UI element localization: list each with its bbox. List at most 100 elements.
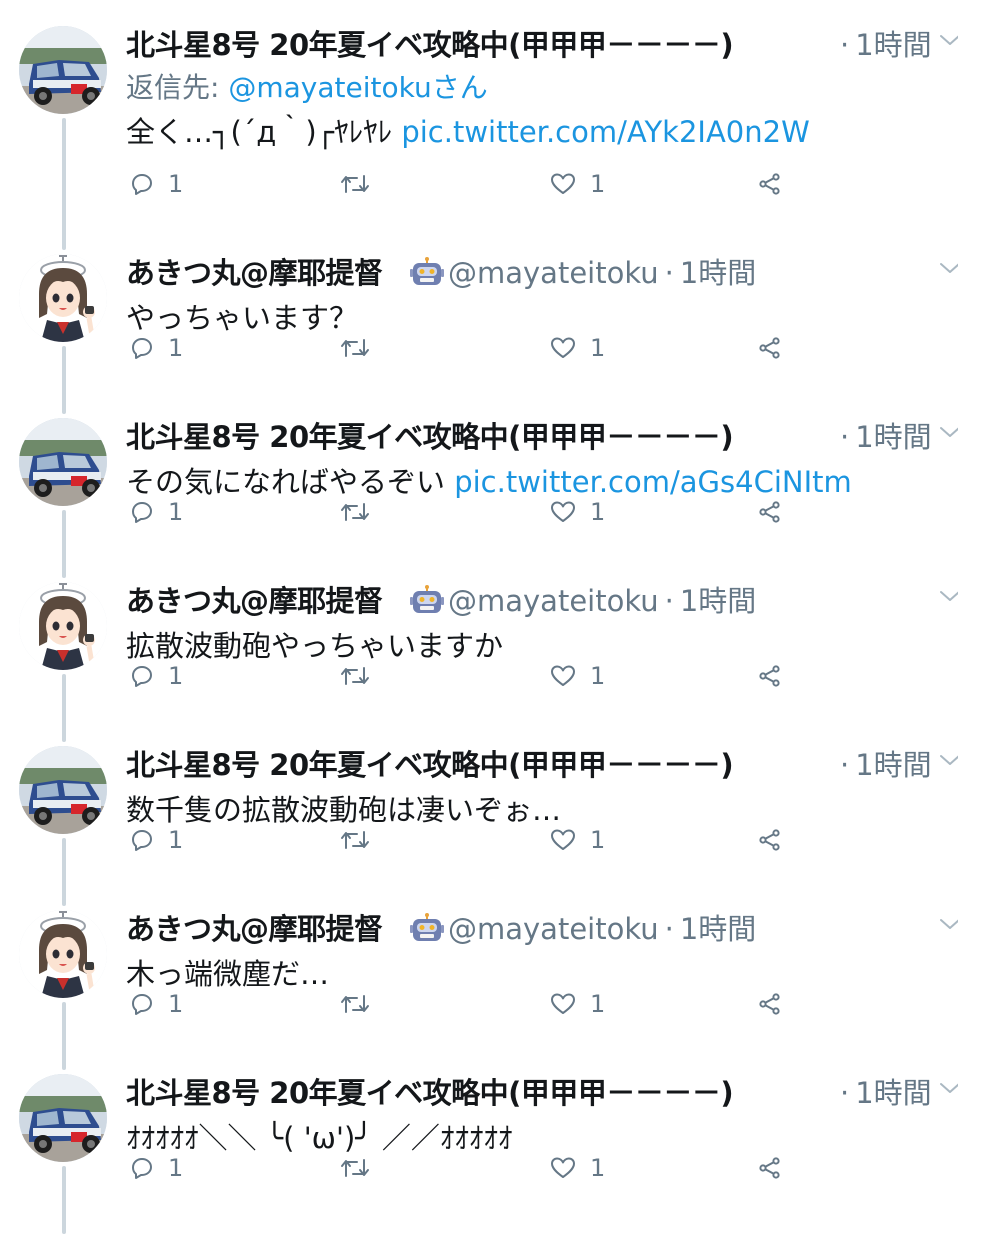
share-button[interactable]	[758, 494, 796, 530]
avatar-anime-girl[interactable]	[19, 582, 107, 670]
like-button[interactable]: 1	[550, 1150, 605, 1186]
tweet-timestamp[interactable]: 1時間	[855, 420, 931, 454]
avatar-car[interactable]	[19, 746, 107, 834]
share-button[interactable]	[758, 986, 796, 1022]
reply-icon	[130, 992, 168, 1016]
author-handle[interactable]: @mayateitoku	[448, 256, 659, 290]
retweet-button[interactable]	[340, 166, 384, 202]
author-handle[interactable]: @mayateitoku	[448, 912, 659, 946]
reply-count: 1	[168, 826, 184, 854]
tweet-meta: @mayateitoku · 1時間	[408, 906, 756, 948]
chevron-down-icon[interactable]	[938, 588, 958, 604]
reply-icon	[130, 828, 168, 852]
share-button[interactable]	[758, 166, 796, 202]
retweet-icon	[340, 500, 384, 524]
author-name[interactable]: 北斗星8号 20年夏イベ攻略中(甲甲甲－－－－)	[126, 414, 794, 456]
author-name[interactable]: 北斗星8号 20年夏イベ攻略中(甲甲甲－－－－)	[126, 1070, 794, 1112]
tweet-timestamp[interactable]: 1時間	[680, 912, 756, 946]
tweet-timestamp[interactable]: 1時間	[680, 256, 756, 290]
author-name[interactable]: 北斗星8号 20年夏イベ攻略中(甲甲甲－－－－)	[126, 22, 794, 64]
retweet-button[interactable]	[340, 986, 384, 1022]
reply-to-mention[interactable]: @mayateitokuさん	[228, 71, 487, 104]
reply-button[interactable]: 1	[130, 1150, 183, 1186]
tweet[interactable]: 北斗星8号 20年夏イベ攻略中(甲甲甲－－－－) · 1時間 数千隻の拡散波動砲は凄い…	[0, 720, 988, 906]
tweet-actions: 11	[130, 986, 790, 1026]
like-button[interactable]: 1	[550, 330, 605, 366]
tweet[interactable]: 北斗星8号 20年夏イベ攻略中(甲甲甲－－－－) · 1時間 返信先: @mayate…	[0, 0, 988, 250]
like-button[interactable]: 1	[550, 986, 605, 1022]
author-name[interactable]: あきつ丸@摩耶提督	[126, 578, 383, 620]
tweet-timestamp[interactable]: 1時間	[855, 1076, 931, 1110]
avatar-car[interactable]	[19, 26, 107, 114]
author-name[interactable]: あきつ丸@摩耶提督	[126, 250, 383, 292]
share-icon	[758, 664, 796, 688]
reply-icon	[130, 664, 168, 688]
thread-connector-line	[62, 1166, 66, 1234]
retweet-button[interactable]	[340, 1150, 384, 1186]
reply-button[interactable]: 1	[130, 822, 183, 858]
meta-separator: ·	[664, 256, 674, 290]
reply-button[interactable]: 1	[130, 166, 183, 202]
tweet[interactable]: あきつ丸@摩耶提督 @mayateitoku · 1時間 やっちゃいます？ 1 1	[0, 228, 988, 414]
retweet-button[interactable]	[340, 658, 384, 694]
tweet-actions: 11	[130, 494, 790, 534]
chevron-down-icon[interactable]	[938, 752, 958, 768]
chevron-down-icon[interactable]	[938, 32, 958, 48]
like-count: 1	[590, 1154, 606, 1182]
robot-emoji-icon	[410, 257, 444, 287]
like-button[interactable]: 1	[550, 822, 605, 858]
like-button[interactable]: 1	[550, 166, 605, 202]
tweet-content: 北斗星8号 20年夏イベ攻略中(甲甲甲－－－－) · 1時間 ｵｵｵｵｵ＼＼ ╰( '…	[126, 1068, 958, 1160]
tweet-header: 北斗星8号 20年夏イベ攻略中(甲甲甲－－－－) · 1時間	[126, 740, 958, 788]
tweet-meta: · 1時間	[834, 742, 932, 784]
tweet-content: 北斗星8号 20年夏イベ攻略中(甲甲甲－－－－) · 1時間 数千隻の拡散波動砲は凄い…	[126, 740, 958, 832]
share-button[interactable]	[758, 658, 796, 694]
tweet-content: 北斗星8号 20年夏イベ攻略中(甲甲甲－－－－) · 1時間 その気になればやるぞい …	[126, 412, 958, 504]
reply-button[interactable]: 1	[130, 986, 183, 1022]
share-button[interactable]	[758, 330, 796, 366]
retweet-button[interactable]	[340, 330, 384, 366]
like-count: 1	[590, 990, 606, 1018]
tweet[interactable]: 北斗星8号 20年夏イベ攻略中(甲甲甲－－－－) · 1時間 ｵｵｵｵｵ＼＼ ╰( '…	[0, 1048, 988, 1234]
tweet-timestamp[interactable]: 1時間	[855, 28, 931, 62]
reply-button[interactable]: 1	[130, 494, 183, 530]
chevron-down-icon[interactable]	[938, 916, 958, 932]
like-button[interactable]: 1	[550, 494, 605, 530]
author-name[interactable]: あきつ丸@摩耶提督	[126, 906, 383, 948]
chevron-down-icon[interactable]	[938, 424, 958, 440]
author-name[interactable]: 北斗星8号 20年夏イベ攻略中(甲甲甲－－－－)	[126, 742, 794, 784]
share-icon	[758, 172, 796, 196]
like-icon	[550, 1156, 590, 1180]
avatar-car[interactable]	[19, 418, 107, 506]
retweet-icon	[340, 828, 384, 852]
tweet-header: あきつ丸@摩耶提督 @mayateitoku · 1時間	[126, 576, 958, 624]
tweet-timestamp[interactable]: 1時間	[855, 748, 931, 782]
retweet-button[interactable]	[340, 822, 384, 858]
share-button[interactable]	[758, 1150, 796, 1186]
reply-button[interactable]: 1	[130, 330, 183, 366]
like-button[interactable]: 1	[550, 658, 605, 694]
share-icon	[758, 828, 796, 852]
reply-to-label: 返信先:	[126, 71, 229, 104]
avatar-car[interactable]	[19, 1074, 107, 1162]
avatar-anime-girl[interactable]	[19, 254, 107, 342]
avatar-anime-girl[interactable]	[19, 910, 107, 998]
share-icon	[758, 1156, 796, 1180]
reply-button[interactable]: 1	[130, 658, 183, 694]
retweet-button[interactable]	[340, 494, 384, 530]
tweet[interactable]: あきつ丸@摩耶提督 @mayateitoku · 1時間 拡散波動砲やっちゃいますか 1 1	[0, 556, 988, 742]
like-icon	[550, 992, 590, 1016]
media-link[interactable]: pic.twitter.com/AYk2IA0n2W	[401, 115, 809, 149]
like-count: 1	[590, 498, 606, 526]
tweet-timestamp[interactable]: 1時間	[680, 584, 756, 618]
chevron-down-icon[interactable]	[938, 260, 958, 276]
tweet[interactable]: あきつ丸@摩耶提督 @mayateitoku · 1時間 木っ端微塵だ… 1 1	[0, 884, 988, 1070]
meta-separator: ·	[840, 1076, 850, 1110]
meta-separator: ·	[840, 748, 850, 782]
tweet[interactable]: 北斗星8号 20年夏イベ攻略中(甲甲甲－－－－) · 1時間 その気になればやるぞい …	[0, 392, 988, 578]
like-count: 1	[590, 826, 606, 854]
conversation-timeline: 北斗星8号 20年夏イベ攻略中(甲甲甲－－－－) · 1時間 返信先: @mayate…	[0, 0, 988, 1234]
author-handle[interactable]: @mayateitoku	[448, 584, 659, 618]
chevron-down-icon[interactable]	[938, 1080, 958, 1096]
share-button[interactable]	[758, 822, 796, 858]
